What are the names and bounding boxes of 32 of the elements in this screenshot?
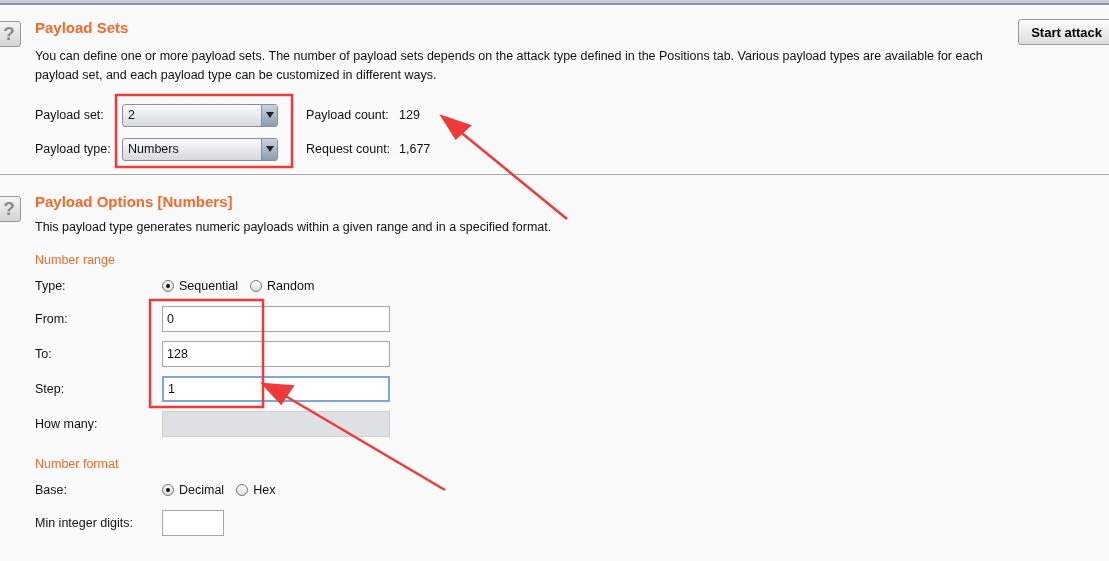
group-heading: Number format [35,457,120,471]
section-title: Payload Sets [35,19,129,36]
group-heading: Number range [35,253,116,267]
radio-option[interactable]: Sequential [162,279,239,293]
input-field[interactable]: 0 [162,305,390,332]
field-label: Min integer digits: [35,515,134,530]
count-label: Request count: [306,142,392,156]
count-value: 129 [399,108,420,122]
radio-option[interactable]: Hex [236,483,276,497]
input-field[interactable]: 1 [162,375,390,402]
field-label: Base: [35,483,68,497]
field-label: To: [35,346,53,361]
start-attack-button[interactable]: Start attack [1018,19,1109,45]
field-label: How many: [35,416,99,431]
input-field[interactable] [162,509,224,536]
section-title: Payload Options [Numbers] [35,193,234,210]
caret-icon [265,112,274,118]
count-value: 1,677 [399,142,431,156]
dropdown[interactable]: Numbers [122,137,278,161]
field-label: Type: [35,279,67,293]
description: This payload type generates numeric payloads within a given range and in a specified format. [35,219,553,236]
input-field[interactable]: 128 [162,340,390,367]
description: You can define one or more payload sets. The number of payload sets depends on the attack type defined in the Positions tab. Various payload types are available for each payload set, and each payload type can be customized in different ways. [35,48,984,84]
field-label: Payload set: [35,108,105,122]
caret-icon [265,146,274,152]
radio-option[interactable]: Random [250,279,315,293]
dropdown[interactable]: 2 [122,103,278,127]
radio-option[interactable]: Decimal [162,483,225,497]
field-label: Step: [35,381,66,396]
count-label: Payload count: [306,108,390,122]
field-label: Payload type: [35,142,112,156]
field-label: From: [35,311,69,326]
